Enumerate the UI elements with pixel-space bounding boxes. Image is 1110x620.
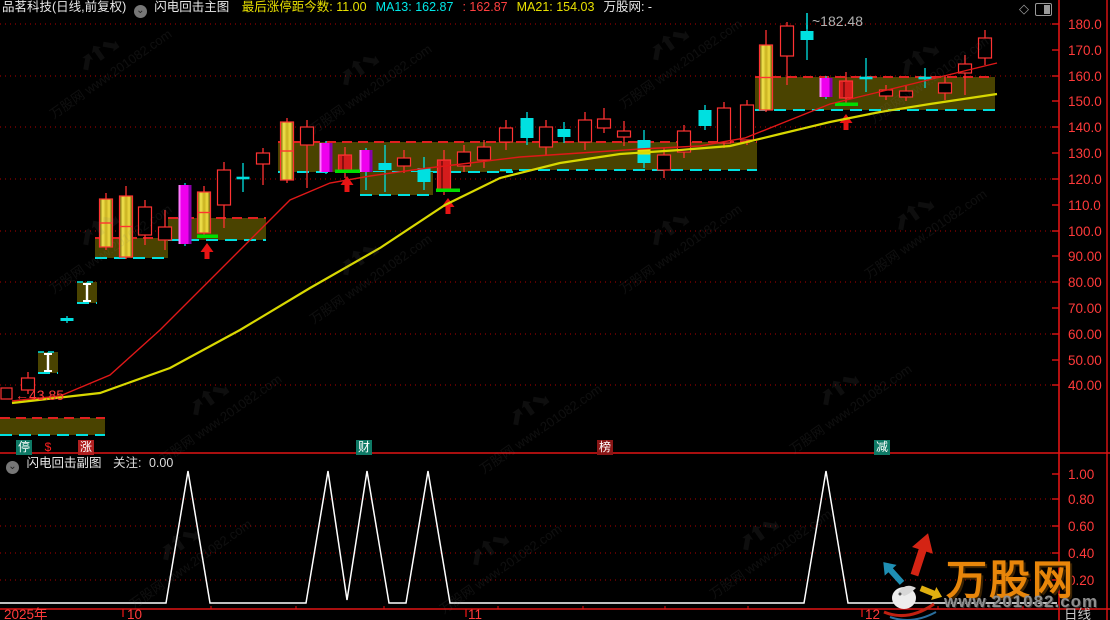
window-controls: ◇ <box>1019 1 1052 17</box>
high-price-label: ~182.48 <box>812 13 863 29</box>
price-axis-label: 50.00 <box>1068 353 1102 368</box>
brand-url: www.201082.com <box>944 592 1098 612</box>
candle <box>781 22 794 85</box>
candle <box>820 76 833 99</box>
sub-axis-label: 1.00 <box>1068 467 1094 482</box>
main-chart-header: 品茗科技(日线,前复权) ⌄ 闪电回击主图 最后涨停距今数: 11.00 MA13… <box>2 0 652 15</box>
layout-switch-icon[interactable] <box>1035 3 1052 16</box>
price-axis-label: 100.0 <box>1068 224 1102 239</box>
candle <box>120 186 133 259</box>
collapse-icon[interactable]: ⌄ <box>134 5 147 18</box>
diamond-icon[interactable]: ◇ <box>1019 1 1029 17</box>
price-axis-label: 150.0 <box>1068 94 1102 109</box>
sub-indicator-name[interactable]: 闪电回击副图 <box>26 456 101 470</box>
price-axis-label: 110.0 <box>1068 198 1101 213</box>
price-axis-label: 60.00 <box>1068 327 1102 342</box>
blue-arrow-icon <box>880 557 908 589</box>
month-label: 12 <box>865 607 880 620</box>
price-axis-label: 180.0 <box>1068 17 1102 32</box>
candle <box>100 193 113 250</box>
candle <box>521 112 534 145</box>
signal-badge: 减 <box>874 440 890 455</box>
price-axis-label: 130.0 <box>1068 146 1102 161</box>
candle <box>558 122 571 143</box>
signal-badge: 涨 <box>78 440 94 455</box>
price-axis-label: 140.0 <box>1068 120 1102 135</box>
main-indicator-name[interactable]: 闪电回击主图 <box>154 0 229 14</box>
sub-field-value: 0.00 <box>149 456 173 470</box>
collapse-icon[interactable]: ⌄ <box>6 461 19 474</box>
signal-badge: $ <box>40 440 56 455</box>
indicator-field: MA13: 162.87 <box>376 0 454 14</box>
green-signal-line <box>436 189 460 193</box>
candle <box>61 316 74 323</box>
brand-watermark: 万股网 www.201082.com <box>880 526 1108 620</box>
candle <box>760 30 773 112</box>
candle <box>179 183 192 246</box>
low-price-label: ←43.85 <box>15 387 64 403</box>
signal-badge: 财 <box>356 440 372 455</box>
candle <box>281 118 294 183</box>
indicator-values: 最后涨停距今数: 11.00 MA13: 162.87 : 162.87 MA21: … <box>233 0 652 14</box>
signal-badge: 榜 <box>597 440 613 455</box>
indicator-field: : 162.87 <box>462 0 507 14</box>
candle <box>237 163 250 192</box>
buy-arrow-icon <box>840 114 853 130</box>
sub-field-label: 关注: <box>113 456 141 470</box>
candle <box>699 105 712 130</box>
indicator-field: MA21: 154.03 <box>517 0 595 14</box>
year-label: 2025年 <box>4 607 48 620</box>
sub-axis-label: 0.80 <box>1068 492 1094 507</box>
price-axis-label: 80.00 <box>1068 275 1102 290</box>
price-axis-label: 170.0 <box>1068 43 1102 58</box>
candle <box>198 186 211 238</box>
price-axis-label: 70.00 <box>1068 301 1102 316</box>
green-signal-line <box>197 235 218 239</box>
month-label: 11 <box>468 607 482 620</box>
candle <box>979 30 992 65</box>
app-window: ~182.48 ←43.85 180.0 170.0 160.0 150.0 140.0 13… <box>0 0 1110 620</box>
candle <box>257 148 270 185</box>
price-axis-label: 160.0 <box>1068 69 1102 84</box>
yellow-arrow-icon <box>918 582 945 604</box>
green-signal-line <box>335 170 360 174</box>
indicator-field: 最后涨停距今数: 11.00 <box>242 0 367 14</box>
sub-chart-header: ⌄ 闪电回击副图 关注: 0.00 <box>2 456 173 471</box>
price-axis-label: 120.0 <box>1068 172 1102 187</box>
indicator-field: 万股网: - <box>603 0 652 14</box>
month-label: 10 <box>127 607 142 620</box>
buy-arrow-icon <box>341 176 354 192</box>
dove-icon <box>892 586 916 609</box>
price-axis-label: 90.00 <box>1068 249 1102 264</box>
candle <box>801 25 814 60</box>
stock-title: 品茗科技(日线,前复权) <box>2 0 126 14</box>
buy-arrow-icon <box>201 243 214 259</box>
price-axis-label: 40.00 <box>1068 378 1102 393</box>
brand-logo-icon <box>880 526 946 620</box>
candle <box>320 141 333 174</box>
consolidation-box <box>0 418 105 435</box>
red-arrow-icon <box>904 530 939 579</box>
low-marker-box <box>1 388 12 399</box>
signal-badge: 停 <box>16 440 32 455</box>
candle <box>598 108 611 133</box>
green-signal-line <box>835 103 858 107</box>
